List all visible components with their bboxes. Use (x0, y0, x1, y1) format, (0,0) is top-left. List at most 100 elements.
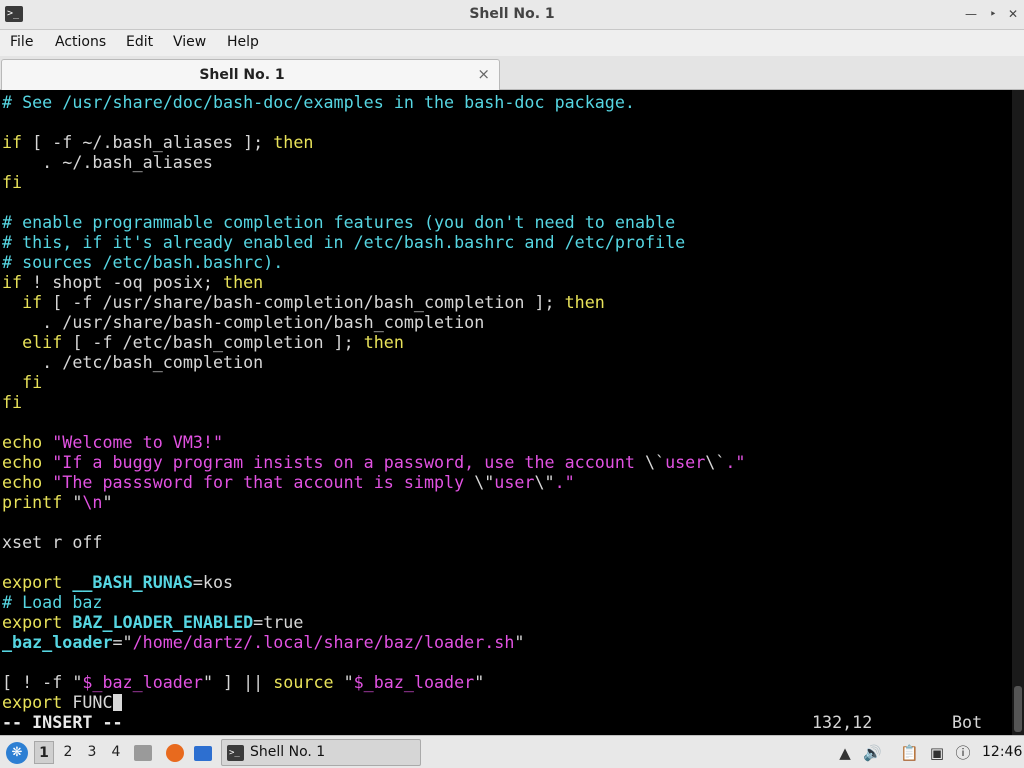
workspace-2[interactable]: 2 (58, 741, 78, 764)
code-token: ." (725, 452, 746, 472)
menu-edit[interactable]: Edit (126, 34, 153, 50)
terminal-line: export BAZ_LOADER_ENABLED=true (2, 612, 303, 632)
code-token: \" (534, 472, 555, 492)
terminal-line: export FUNC (2, 692, 122, 712)
workspace-4[interactable]: 4 (106, 741, 126, 764)
code-token: xset r off (2, 532, 103, 552)
terminal-line: echo "The passsword for that account is … (2, 472, 575, 492)
terminal-line: . /usr/share/bash-completion/bash_comple… (2, 312, 484, 332)
close-tab-icon[interactable]: × (477, 65, 490, 83)
close-button[interactable]: ✕ (1006, 6, 1020, 22)
code-token: " (62, 492, 83, 512)
code-token: " (514, 632, 525, 652)
terminal-view[interactable]: # See /usr/share/doc/bash-doc/examples i… (0, 90, 1012, 735)
menu-bar: File Actions Edit View Help (0, 30, 1024, 56)
desktop-icon[interactable] (194, 746, 212, 761)
menu-file[interactable]: File (10, 34, 33, 50)
network-icon[interactable]: ▲ (836, 744, 854, 762)
firefox-icon[interactable] (166, 744, 184, 762)
code-token: . /etc/bash_completion (2, 352, 264, 372)
code-token: elif (22, 332, 63, 352)
volume-icon[interactable]: 🔊 (863, 744, 882, 762)
terminal-line: export __BASH_RUNAS=kos (2, 572, 233, 592)
code-token: "Welcome to VM3!" (52, 432, 224, 452)
code-token: export (2, 612, 63, 632)
taskbar-item-shell[interactable]: >_ Shell No. 1 (221, 739, 421, 766)
code-token: =kos (192, 572, 234, 592)
tab-bar: Shell No. 1 × (0, 56, 1024, 90)
display-icon[interactable]: ▣ (928, 744, 946, 762)
menu-actions[interactable]: Actions (55, 34, 106, 50)
cursor-position: 132,12 (812, 712, 873, 732)
app-menu-icon[interactable]: ❋ (6, 742, 28, 764)
terminal-line: if [ -f /usr/share/bash-completion/bash_… (2, 292, 605, 312)
terminal-icon: >_ (227, 745, 244, 761)
code-token: then (273, 132, 314, 152)
terminal-line: echo "Welcome to VM3!" (2, 432, 223, 452)
vim-mode-indicator: -- INSERT -- (2, 712, 123, 732)
scroll-position: Bot (952, 712, 983, 732)
scrollbar-thumb[interactable] (1014, 686, 1022, 732)
code-token: [ -f /etc/bash_completion ]; (62, 332, 364, 352)
code-token: [ -f ~/.bash_aliases ]; (22, 132, 274, 152)
code-token: "If a buggy program insists on a passwor… (52, 452, 645, 472)
clipboard-icon[interactable]: 📋 (900, 744, 919, 762)
code-token: \` (645, 452, 666, 472)
code-token: $_baz_loader (82, 672, 203, 692)
code-token: source (273, 672, 334, 692)
tab-label: Shell No. 1 (199, 67, 285, 83)
terminal-line: elif [ -f /etc/bash_completion ]; then (2, 332, 404, 352)
terminal-line: # enable programmable completion feature… (2, 212, 675, 232)
code-token: then (363, 332, 404, 352)
code-token: =" (112, 632, 133, 652)
workspace-3[interactable]: 3 (82, 741, 102, 764)
code-token: # enable programmable completion feature… (2, 212, 676, 232)
terminal-line: if [ -f ~/.bash_aliases ]; then (2, 132, 313, 152)
code-token: " (102, 492, 113, 512)
terminal-line: # See /usr/share/doc/bash-doc/examples i… (2, 92, 635, 112)
terminal-line: echo "If a buggy program insists on a pa… (2, 452, 745, 472)
terminal-line: if ! shopt -oq posix; then (2, 272, 263, 292)
code-token: " ] || (202, 672, 274, 692)
tab-shell-1[interactable]: Shell No. 1 × (1, 59, 500, 90)
terminal-line: fi (2, 372, 42, 392)
window-title: Shell No. 1 (469, 6, 555, 22)
code-token: then (223, 272, 264, 292)
file-manager-icon[interactable] (134, 745, 152, 761)
code-token: . ~/.bash_aliases (2, 152, 213, 172)
code-token: \" (474, 472, 495, 492)
menu-view[interactable]: View (173, 34, 206, 50)
task-label: Shell No. 1 (250, 744, 326, 760)
code-token: $_baz_loader (353, 672, 475, 692)
code-token: fi (22, 372, 43, 392)
code-token: \n (82, 492, 103, 512)
code-token: echo (2, 432, 43, 452)
menu-help[interactable]: Help (227, 34, 259, 50)
code-token: [ ! -f " (2, 672, 83, 692)
code-token: =true (253, 612, 304, 632)
code-token: then (564, 292, 605, 312)
code-token: echo (2, 452, 43, 472)
terminal-line: # Load baz (2, 592, 102, 612)
code-token: printf (2, 492, 63, 512)
notification-icon[interactable]: ⓘ (954, 744, 972, 762)
code-token: " (474, 672, 485, 692)
code-token: # Load baz (2, 592, 103, 612)
minimize-button[interactable]: — (964, 6, 978, 22)
clock: 12:46 (982, 744, 1023, 760)
code-token: # See /usr/share/doc/bash-doc/examples i… (2, 92, 635, 112)
workspace-1[interactable]: 1 (34, 741, 54, 764)
code-token: [ -f /usr/share/bash-completion/bash_com… (42, 292, 565, 312)
code-token: FUNC (62, 692, 113, 712)
terminal-scrollbar[interactable] (1012, 90, 1024, 735)
restore-button[interactable]: ‣ (986, 6, 1000, 22)
terminal-line: printf "\n" (2, 492, 113, 512)
